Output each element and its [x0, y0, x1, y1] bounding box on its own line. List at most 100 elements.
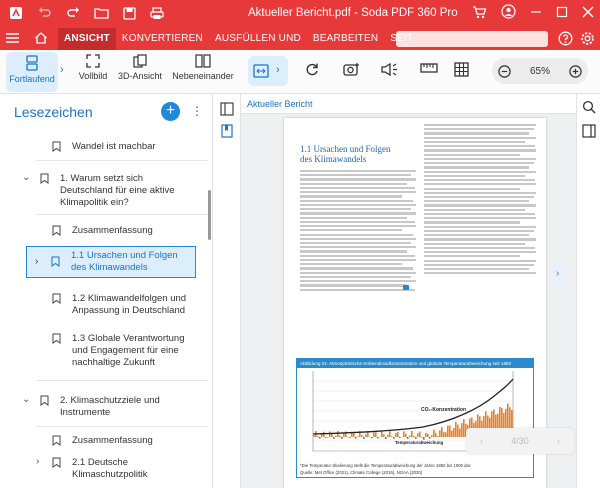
- bookmarks-scrollbar[interactable]: [208, 190, 211, 240]
- maximize-icon[interactable]: [556, 6, 568, 18]
- tab-ausfuellen[interactable]: AUSFÜLLEN UND: [209, 28, 307, 50]
- text-line: [300, 263, 403, 266]
- add-bookmark-button[interactable]: +: [161, 102, 180, 121]
- search-icon[interactable]: [582, 100, 596, 114]
- bookmark-item[interactable]: Wandel ist machbar: [0, 140, 211, 160]
- temp-bar: [419, 431, 421, 437]
- page-indicator[interactable]: 4/30: [511, 436, 529, 446]
- bookmark-label: 1.2 Klimawandelfolgen und: [72, 293, 187, 304]
- save-icon[interactable]: [123, 6, 136, 20]
- fullscreen-button[interactable]: Vollbild: [78, 54, 108, 81]
- side-by-side-button[interactable]: Nebeneinander: [172, 54, 234, 81]
- bookmark-icon: [52, 141, 61, 152]
- text-line: [300, 199, 413, 202]
- bookmark-label-line2: des Klimawandels: [71, 262, 148, 273]
- close-icon[interactable]: [582, 6, 594, 18]
- temp-bar: [455, 421, 457, 437]
- 3d-view-button[interactable]: 3D-Ansicht: [118, 54, 162, 81]
- text-line: [300, 195, 403, 198]
- bookmark-item[interactable]: › 2.1 Deutsche Klimaschutzpolitik: [0, 456, 211, 484]
- text-line: [300, 246, 416, 249]
- temp-bar: [365, 434, 367, 437]
- chevron-down-icon[interactable]: ⌄: [22, 394, 30, 406]
- gear-icon[interactable]: [580, 31, 595, 46]
- undo-icon[interactable]: [38, 7, 52, 19]
- page-navigator: ‹ 4/30 ›: [466, 428, 574, 454]
- text-line: [300, 229, 403, 232]
- continuous-view-button[interactable]: Fortlaufend: [6, 52, 58, 92]
- hamburger-menu-icon[interactable]: [6, 32, 19, 44]
- search-input[interactable]: [396, 31, 548, 47]
- folder-icon[interactable]: [94, 7, 109, 19]
- text-column-left: [300, 168, 416, 293]
- bookmark-label: 1.3 Globale Verantwortung: [72, 333, 185, 344]
- minimize-icon[interactable]: [530, 6, 542, 18]
- tab-konvertieren[interactable]: KONVERTIEREN: [116, 28, 209, 50]
- temp-bar: [439, 430, 441, 437]
- temp-bar: [363, 437, 365, 439]
- zoom-out-icon[interactable]: [498, 64, 511, 78]
- fit-width-button[interactable]: ›: [248, 56, 288, 86]
- temp-bar: [355, 437, 357, 439]
- bookmark-label-line3: nachhaltige Zukunft: [72, 357, 155, 368]
- window-title: Aktueller Bericht.pdf - Soda PDF 360 Pro: [248, 7, 458, 19]
- temp-bar: [371, 437, 373, 439]
- print-icon[interactable]: [150, 6, 164, 20]
- zoom-in-icon[interactable]: [569, 64, 582, 78]
- read-aloud-icon[interactable]: [381, 62, 398, 77]
- zoom-level[interactable]: 65%: [530, 66, 550, 77]
- temp-bar: [463, 419, 465, 437]
- rotate-icon[interactable]: [304, 62, 320, 78]
- file-icon[interactable]: [8, 5, 24, 21]
- bookmark-icon: [40, 395, 49, 406]
- bookmark-icon: [52, 457, 61, 468]
- temp-bar: [383, 434, 385, 437]
- text-line: [424, 242, 525, 245]
- bookmark-item[interactable]: 1.3 Globale Verantwortung und Engagement…: [0, 332, 211, 370]
- tab-ansicht[interactable]: ANSICHT: [58, 28, 116, 50]
- document-tab[interactable]: Aktueller Bericht: [241, 94, 576, 114]
- text-line: [300, 186, 415, 190]
- bookmark-item-selected[interactable]: › 1.1 Ursachen und Folgen des Klimawande…: [26, 246, 196, 278]
- section-heading-line2: des Klimawandels: [300, 154, 367, 164]
- chevron-right-icon[interactable]: ›: [36, 456, 39, 468]
- prev-page-icon[interactable]: ‹: [480, 436, 483, 446]
- bookmark-label: 1.1 Ursachen und Folgen: [71, 250, 178, 261]
- tab-bearbeiten[interactable]: BEARBEITEN: [307, 28, 384, 50]
- text-line: [424, 191, 536, 194]
- more-options-icon[interactable]: ⋮: [191, 104, 203, 118]
- bookmark-item[interactable]: Zusammenfassung: [0, 434, 211, 450]
- temp-bar: [323, 431, 325, 437]
- account-icon[interactable]: [501, 4, 516, 19]
- temp-bar: [339, 435, 341, 437]
- view-toolbar: Fortlaufend › Vollbild 3D-Ansicht Nebene…: [0, 50, 600, 94]
- temp-bar: [433, 429, 435, 437]
- bookmark-item[interactable]: ⌄ 1. Warum setzt sich Deutschland für ei…: [0, 172, 211, 208]
- panel-right-icon[interactable]: [582, 124, 596, 138]
- bookmark-label: 2. Klimaschutzziele und: [60, 395, 160, 406]
- home-icon[interactable]: [34, 31, 48, 45]
- bookmark-item[interactable]: Zusammenfassung: [0, 224, 211, 240]
- cart-icon[interactable]: [472, 5, 487, 19]
- temp-label: Temperaturabweichung: [395, 440, 444, 445]
- next-page-icon[interactable]: ›: [557, 436, 560, 446]
- ruler-icon[interactable]: [420, 62, 438, 74]
- bookmark-icon: [52, 435, 61, 446]
- bookmark-item[interactable]: ⌄ 2. Klimaschutzziele und Instrumente: [0, 394, 211, 420]
- fit-chevron-icon[interactable]: ›: [276, 64, 280, 76]
- comment-marker-icon[interactable]: [403, 285, 409, 290]
- temp-bar: [431, 435, 433, 437]
- temp-bar: [349, 437, 351, 438]
- grid-icon[interactable]: [454, 62, 469, 77]
- next-page-arrow-icon[interactable]: ›: [553, 264, 565, 286]
- help-icon[interactable]: [558, 31, 573, 46]
- chevron-right-icon[interactable]: ›: [35, 256, 38, 268]
- redo-icon[interactable]: [66, 7, 80, 19]
- panel-toggle-icon[interactable]: [220, 102, 234, 116]
- bookmark-item[interactable]: 1.2 Klimawandelfolgen und Anpassung in D…: [0, 292, 211, 318]
- temp-bar: [395, 432, 397, 437]
- chevron-down-icon[interactable]: ⌄: [22, 172, 30, 184]
- chevron-right-icon[interactable]: ›: [60, 64, 64, 76]
- bookmarks-panel-icon[interactable]: [221, 124, 233, 138]
- snapshot-icon[interactable]: [343, 62, 360, 77]
